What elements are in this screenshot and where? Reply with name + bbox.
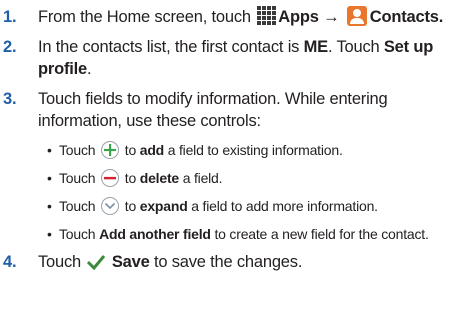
step-number: 1. xyxy=(3,8,17,26)
instructions-document: 1. From the Home screen, touch Apps → Co… xyxy=(0,0,476,311)
period: . xyxy=(87,60,92,78)
step-text: Touch Save to save the changes. xyxy=(38,251,302,273)
step-number: 3. xyxy=(3,90,17,108)
step-text-part: to save the changes. xyxy=(149,253,303,271)
bullet-bold: Add another field xyxy=(99,226,211,242)
bullet-dot: • xyxy=(47,142,52,158)
contacts-app-icon xyxy=(346,5,367,26)
checkmark-icon xyxy=(87,254,106,270)
bullet-dot: • xyxy=(47,198,52,214)
bullet-text: Touch xyxy=(59,142,100,158)
bullet-text: a field to existing information. xyxy=(164,142,343,158)
bullet-text: a field. xyxy=(179,170,223,186)
save-label: Save xyxy=(111,253,150,271)
bullet-add: • Touch to add a field to existing inform… xyxy=(47,139,343,161)
apps-grid-icon xyxy=(257,6,277,26)
me-label: ME xyxy=(303,38,329,56)
bullet-bold: delete xyxy=(139,170,179,186)
expand-circle-icon xyxy=(101,197,120,216)
bullet-text: to create a new field for the contact. xyxy=(210,226,429,242)
bullet-bold: expand xyxy=(139,198,188,214)
step-text-part: Touch xyxy=(38,253,86,271)
step-text-part: From the Home screen, touch xyxy=(38,8,256,26)
bullet-text: to xyxy=(124,170,140,186)
remove-circle-icon xyxy=(101,169,120,188)
bullet-text: to xyxy=(124,142,140,158)
profile-label: profile xyxy=(38,60,88,78)
bullet-text: Touch xyxy=(59,226,100,242)
bullet-text: Touch xyxy=(59,170,100,186)
step-number: 2. xyxy=(3,38,17,56)
step-text-part: In the contacts list, the first contact … xyxy=(38,38,304,56)
bullet-expand: • Touch to expand a field to add more inf… xyxy=(47,195,378,217)
step-text: From the Home screen, touch Apps → Conta… xyxy=(38,5,444,28)
bullet-text: to xyxy=(124,198,140,214)
contacts-label: Contacts xyxy=(369,8,439,26)
bullet-bold: add xyxy=(139,142,165,158)
step-text-line-1: Touch fields to modify information. Whil… xyxy=(38,90,388,108)
period: . xyxy=(438,8,444,26)
setup-label: Set up xyxy=(383,38,434,56)
bullet-dot: • xyxy=(47,226,52,242)
bullet-text: a field to add more information. xyxy=(187,198,378,214)
step-number: 4. xyxy=(3,253,17,271)
step-text-part: . Touch xyxy=(327,38,384,56)
add-circle-icon xyxy=(101,141,120,160)
arrow: → xyxy=(318,8,344,26)
apps-label: Apps xyxy=(278,8,319,26)
step-text: profile. xyxy=(38,58,92,80)
bullet-text: Touch xyxy=(59,198,100,214)
step-text-line-2: information, use these controls: xyxy=(38,112,261,130)
bullet-delete: • Touch to delete a field. xyxy=(47,167,223,189)
step-text: In the contacts list, the first contact … xyxy=(38,36,433,58)
bullet-add-another-field: • Touch Add another field to create a new… xyxy=(47,223,429,245)
bullet-dot: • xyxy=(47,170,52,186)
